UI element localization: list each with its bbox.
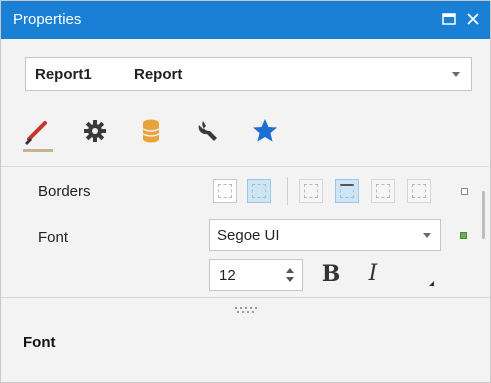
font-dialog-launcher-icon[interactable]	[429, 281, 434, 286]
toolbar-separator	[287, 177, 288, 205]
description-title: Font	[23, 334, 56, 351]
font-modified-marker[interactable]	[460, 232, 467, 239]
object-selector-dropdown[interactable]: Report1 Report	[25, 57, 472, 91]
border-bottom-button[interactable]	[407, 179, 431, 203]
bold-button[interactable]: B	[317, 259, 345, 289]
brush-icon[interactable]	[19, 113, 55, 149]
gear-icon[interactable]	[77, 113, 113, 149]
panel-title: Properties	[13, 11, 82, 28]
vertical-scrollbar[interactable]	[482, 191, 485, 239]
font-size-value: 12	[219, 267, 236, 284]
selected-object-type: Report	[134, 66, 183, 83]
italic-button[interactable]: I	[359, 259, 387, 289]
database-icon[interactable]	[133, 113, 169, 149]
star-icon[interactable]	[247, 113, 283, 149]
description-divider	[1, 297, 490, 298]
category-tabs	[15, 113, 315, 161]
border-right-button[interactable]	[371, 179, 395, 203]
border-all-button[interactable]	[213, 179, 237, 203]
font-size-stepper[interactable]: 12	[209, 259, 303, 291]
spin-up-icon[interactable]	[286, 268, 294, 273]
maximize-icon[interactable]	[438, 8, 460, 30]
border-top-button[interactable]	[335, 179, 359, 203]
selected-object-name: Report1	[35, 66, 92, 83]
properties-panel: Properties Report1 Report Borders Font S…	[0, 0, 491, 383]
font-family-dropdown[interactable]: Segoe UI	[209, 219, 441, 251]
close-icon[interactable]	[462, 8, 484, 30]
font-label: Font	[38, 229, 69, 246]
selected-tab-indicator	[23, 149, 53, 152]
resize-grip-icon[interactable]	[233, 305, 259, 315]
border-left-button[interactable]	[299, 179, 323, 203]
font-family-value: Segoe UI	[217, 227, 280, 244]
borders-label: Borders	[38, 183, 91, 200]
title-bar: Properties	[1, 1, 490, 39]
chevron-down-icon	[423, 233, 431, 238]
chevron-down-icon	[452, 72, 460, 77]
borders-default-marker[interactable]	[461, 188, 468, 195]
border-none-button[interactable]	[247, 179, 271, 203]
spin-down-icon[interactable]	[286, 277, 294, 282]
wrench-icon[interactable]	[191, 113, 227, 149]
tabs-divider	[1, 166, 489, 167]
